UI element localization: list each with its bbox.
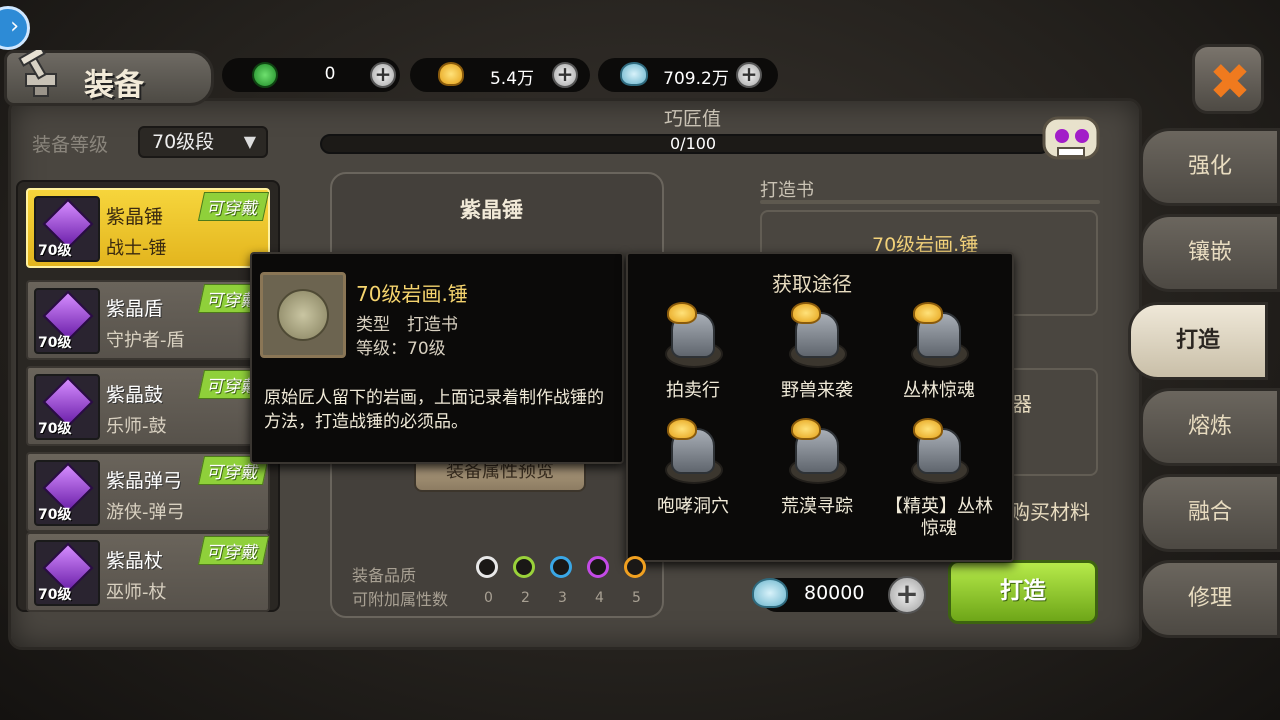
quality-attr-count: 5 (632, 590, 641, 606)
source-label: 荒漠寻踪 (781, 496, 853, 517)
tab-fuse[interactable]: 融合 (1140, 474, 1280, 552)
item-name: 紫晶盾 (106, 298, 164, 320)
source-label: 丛林惊魂 (903, 380, 975, 401)
book-label: 打造书 (760, 180, 814, 201)
blue-shell-icon (752, 578, 788, 608)
list-item[interactable]: 70级 紫晶鼓 乐师-鼓 可穿戴 (26, 366, 270, 446)
tab-forge[interactable]: 打造 (1128, 302, 1268, 380)
rock-painting-icon (260, 272, 346, 358)
item-class: 巫师-杖 (106, 582, 167, 603)
list-item[interactable]: 70级 紫晶盾 守护者-盾 可穿戴 (26, 280, 270, 360)
anvil-icon (18, 50, 57, 97)
tab-strengthen[interactable]: 强化 (1140, 128, 1280, 206)
source-beast-raid[interactable]: 野兽来袭 (762, 302, 872, 402)
list-item[interactable]: 70级 紫晶锤 战士-锤 可穿戴 (26, 188, 270, 268)
add-gold-button[interactable]: + (552, 62, 578, 88)
tooltip-title: 70级岩画.锤 (356, 282, 468, 306)
attr-count-label: 可附加属性数 (352, 590, 449, 609)
quality-swirl-icon (624, 556, 646, 578)
item-class: 乐师-鼓 (106, 416, 167, 437)
shield-icon: 70级 (34, 288, 100, 354)
level-select-value: 70级段 (152, 131, 215, 153)
forge-button[interactable]: 打造 (948, 560, 1098, 624)
level-select[interactable]: 70级段 ▼ (138, 126, 268, 158)
close-button[interactable]: ✖ (1192, 44, 1264, 114)
item-name: 紫晶杖 (106, 550, 164, 572)
source-auction[interactable]: 拍卖行 (638, 302, 748, 402)
slingshot-icon: 70级 (34, 460, 100, 526)
equipment-title: 紫晶锤 (460, 198, 523, 222)
gold-shell-icon (438, 62, 464, 86)
item-name: 紫晶弹弓 (106, 470, 183, 492)
staff-icon: 70级 (34, 540, 100, 606)
item-level: 70级 (38, 243, 72, 259)
add-shells-button[interactable]: + (736, 62, 762, 88)
divider (760, 200, 1100, 204)
tab-repair[interactable]: 修理 (1140, 560, 1280, 638)
wearable-badge: 可穿戴 (197, 536, 270, 565)
drum-icon: 70级 (34, 374, 100, 440)
wearable-badge: 可穿戴 (197, 192, 270, 221)
level-filter-label: 装备等级 (32, 134, 109, 156)
source-roaring-cave[interactable]: 咆哮洞穴 (638, 418, 748, 518)
quality-attr-count: 3 (558, 590, 567, 606)
skull-chest-icon[interactable] (1036, 104, 1106, 168)
quality-swirl-icon (513, 556, 535, 578)
item-level: 70级 (38, 421, 72, 437)
quality-label: 装备品质 (352, 566, 417, 585)
shell-monster-icon (661, 302, 725, 376)
green-gem-icon (252, 62, 278, 88)
item-class: 战士-锤 (106, 238, 167, 259)
shell-monster-icon (785, 302, 849, 376)
list-item[interactable]: 70级 紫晶弹弓 游侠-弹弓 可穿戴 (26, 452, 270, 532)
quality-attr-count: 4 (595, 590, 604, 606)
quality-swirl-icon (550, 556, 572, 578)
item-name: 紫晶鼓 (106, 384, 164, 406)
item-level: 70级 (38, 507, 72, 523)
quality-swirl-icon (476, 556, 498, 578)
item-class: 游侠-弹弓 (106, 502, 185, 523)
source-label: 野兽来袭 (781, 380, 853, 401)
shells-value: 709.2万 (663, 69, 729, 89)
tooltip-type: 类型 打造书 (356, 315, 458, 335)
shell-monster-icon (785, 418, 849, 492)
blue-shell-icon (620, 62, 648, 86)
gold-value: 5.4万 (489, 69, 535, 89)
source-title: 获取途径 (772, 272, 852, 296)
skill-value: 0/100 (670, 134, 717, 153)
source-jungle-scare[interactable]: 丛林惊魂 (884, 302, 994, 402)
quality-attr-count: 0 (484, 590, 493, 606)
hammer-icon: 70级 (34, 196, 100, 262)
add-shells-button[interactable]: + (888, 576, 926, 614)
skill-label: 巧匠值 (664, 108, 722, 130)
source-label: 【精英】丛林惊魂 (885, 496, 993, 539)
list-item[interactable]: 70级 紫晶杖 巫师-杖 可穿戴 (26, 532, 270, 612)
source-desert-trail[interactable]: 荒漠寻踪 (762, 418, 872, 518)
item-level: 70级 (38, 587, 72, 603)
source-label: 咆哮洞穴 (657, 496, 729, 517)
shell-monster-icon (907, 302, 971, 376)
item-name: 紫晶锤 (106, 206, 164, 228)
tab-inlay[interactable]: 镶嵌 (1140, 214, 1280, 292)
quality-swirl-icon (587, 556, 609, 578)
add-gems-button[interactable]: + (370, 62, 396, 88)
cost-value: 80000 (804, 582, 865, 604)
source-label: 拍卖行 (666, 380, 720, 401)
shell-monster-icon (907, 418, 971, 492)
tab-smelt[interactable]: 熔炼 (1140, 388, 1280, 466)
item-level: 70级 (38, 335, 72, 351)
tooltip-level: 等级：70级 (356, 339, 446, 359)
source-elite-jungle-scare[interactable]: 【精英】丛林惊魂 (884, 418, 994, 540)
chevron-down-icon: ▼ (243, 132, 256, 151)
tooltip-description: 原始匠人留下的岩画，上面记录着制作战锤的方法，打造战锤的必须品。 (264, 388, 604, 432)
gems-value: 0 (324, 64, 336, 84)
shell-monster-icon (661, 418, 725, 492)
quality-attr-count: 2 (521, 590, 530, 606)
item-class: 守护者-盾 (106, 330, 185, 351)
close-icon: ✖ (1209, 53, 1251, 111)
page-title: 装备 (84, 68, 144, 103)
